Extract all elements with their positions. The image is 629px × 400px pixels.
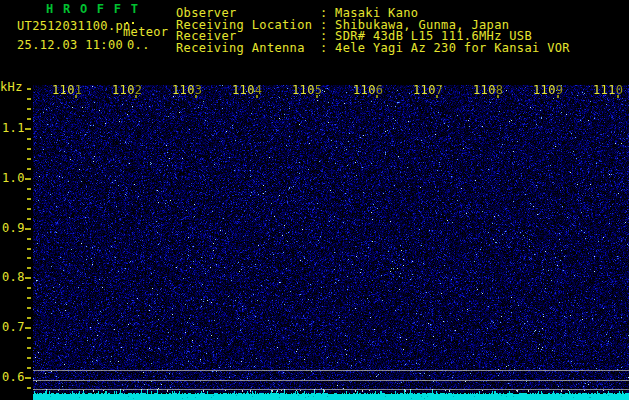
y-axis-tick bbox=[27, 307, 31, 309]
y-axis-tick bbox=[27, 238, 31, 240]
x-axis-label: 1101 bbox=[52, 84, 82, 96]
x-axis-label: 1103 bbox=[172, 84, 202, 96]
y-axis-label: 0.9 bbox=[2, 222, 25, 234]
y-axis-tick bbox=[27, 168, 31, 170]
y-axis-label: 0.6 bbox=[2, 371, 25, 383]
y-axis-tick bbox=[27, 218, 31, 220]
y-axis-tick bbox=[27, 108, 31, 110]
y-axis-tick bbox=[25, 377, 31, 379]
y-axis-label: 1.0 bbox=[2, 172, 25, 184]
y-axis-tick bbox=[27, 297, 31, 299]
overlay-text: meteor bbox=[123, 26, 168, 38]
y-axis-tick bbox=[27, 148, 31, 150]
y-axis-tick bbox=[27, 158, 31, 160]
y-axis-label: 0.8 bbox=[2, 271, 25, 283]
y-axis-tick bbox=[27, 337, 31, 339]
x-axis-label: 1106 bbox=[353, 84, 383, 96]
y-axis-tick bbox=[27, 347, 31, 349]
y-axis-tick bbox=[27, 387, 31, 389]
y-axis-unit: kHz bbox=[0, 81, 23, 93]
x-axis-label: 1110 bbox=[593, 84, 623, 96]
counter-label: 0.. bbox=[127, 39, 150, 51]
y-axis-tick bbox=[27, 118, 31, 120]
y-axis-tick bbox=[27, 248, 31, 250]
x-axis-label: 1104 bbox=[232, 84, 262, 96]
datetime-label: 25.12.03 11:00 bbox=[17, 39, 123, 51]
y-axis-tick bbox=[25, 178, 31, 180]
y-axis-tick bbox=[25, 228, 31, 230]
y-axis-tick bbox=[27, 367, 31, 369]
info-row: Receiving Antenna : 4ele Yagi Az 230 for… bbox=[176, 42, 570, 54]
y-axis-tick bbox=[25, 327, 31, 329]
y-axis-tick bbox=[27, 257, 31, 259]
y-axis-tick bbox=[27, 198, 31, 200]
x-axis-label: 1105 bbox=[292, 84, 322, 96]
x-axis-label: 1109 bbox=[533, 84, 563, 96]
spectrogram-canvas bbox=[33, 85, 629, 400]
y-axis-tick bbox=[27, 188, 31, 190]
x-axis-label: 1108 bbox=[473, 84, 503, 96]
y-axis-label: 0.7 bbox=[2, 321, 25, 333]
y-axis-tick bbox=[25, 277, 31, 279]
y-axis-tick bbox=[27, 267, 31, 269]
y-axis-tick bbox=[27, 98, 31, 100]
x-axis-label: 1107 bbox=[413, 84, 443, 96]
y-axis-tick bbox=[27, 88, 31, 90]
x-axis-label: 1102 bbox=[112, 84, 142, 96]
y-axis-tick bbox=[27, 138, 31, 140]
y-axis-label: 1.1 bbox=[2, 122, 25, 134]
y-axis-tick bbox=[25, 128, 31, 130]
hrofft-screen: { "header": { "title": "H R O F F T", "f… bbox=[0, 0, 629, 400]
overprint-artifact bbox=[126, 22, 128, 24]
y-axis-tick bbox=[27, 208, 31, 210]
y-axis-tick bbox=[27, 357, 31, 359]
y-axis-tick bbox=[27, 287, 31, 289]
y-axis-tick bbox=[27, 317, 31, 319]
filename-label: UT2512031100.pn bbox=[17, 20, 131, 32]
app-title: H R O F F T bbox=[46, 3, 139, 15]
